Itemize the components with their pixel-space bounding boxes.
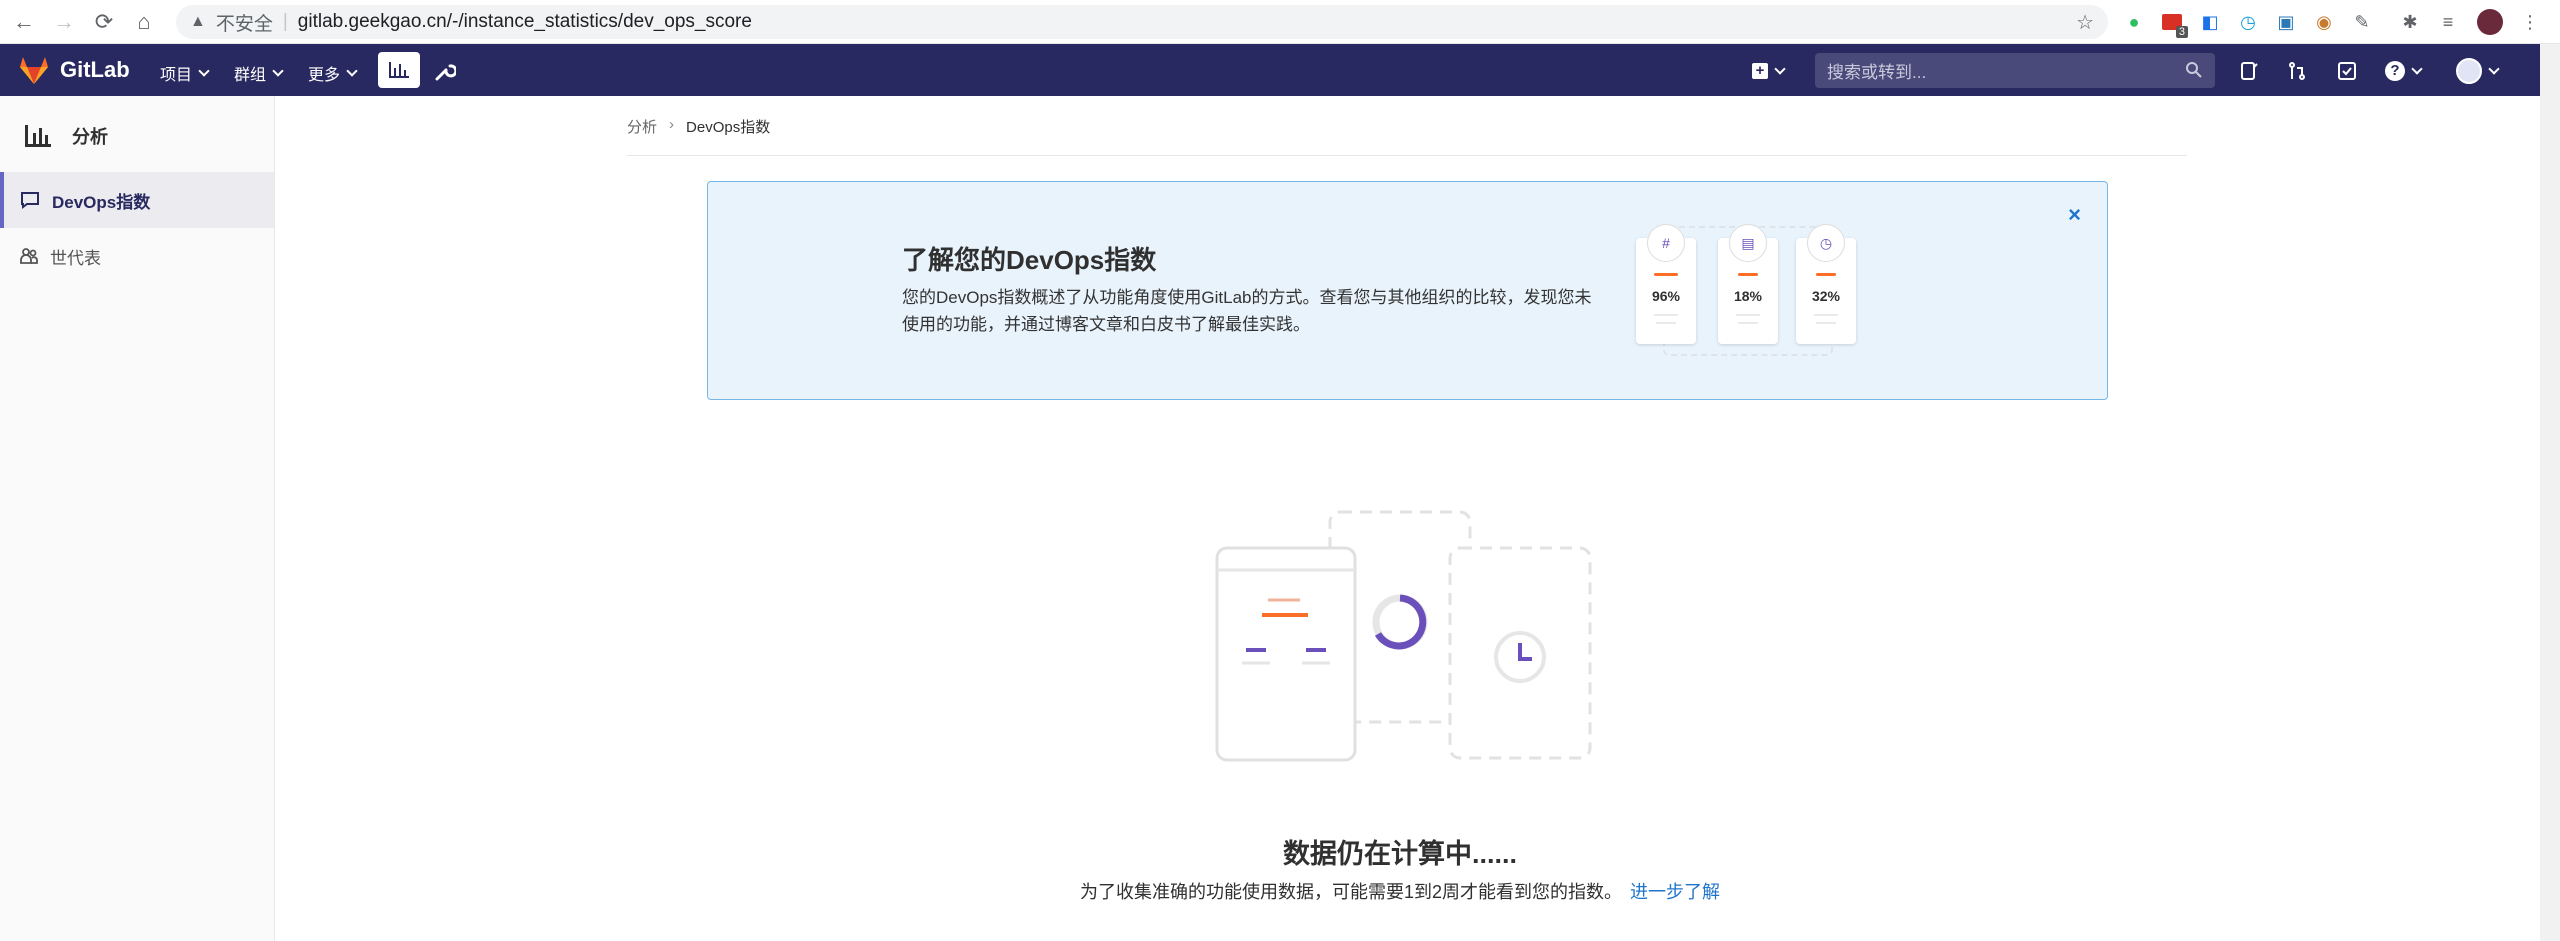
metric-placeholder-line [1736, 314, 1760, 316]
metric-placeholder-line [1816, 322, 1836, 324]
menu-groups-label: 群组 [234, 67, 267, 84]
comment-box-icon: ▤ [1729, 224, 1767, 262]
users-icon [20, 248, 38, 264]
metric-accent-line [1654, 273, 1678, 276]
metric-accent-line [1738, 273, 1758, 276]
menu-groups[interactable]: 群组 [234, 61, 284, 85]
insecure-label: 不安全 [215, 13, 273, 35]
profile-avatar[interactable] [2476, 8, 2504, 36]
breadcrumb-devops-score[interactable]: DevOps指数 [686, 116, 770, 137]
comment-icon [21, 192, 39, 209]
clock-icon: ◷ [1807, 224, 1845, 262]
bar-chart-icon [389, 62, 409, 78]
close-icon[interactable]: × [2068, 202, 2081, 228]
chevron-down-icon [1774, 62, 1786, 75]
merge-requests-icon[interactable] [2284, 58, 2310, 84]
wrench-admin-icon[interactable] [432, 58, 458, 84]
menu-more-label: 更多 [308, 67, 341, 84]
monkey-extension-icon[interactable]: ◉ [2310, 8, 2338, 36]
reload-icon[interactable]: ⟳ [88, 6, 120, 38]
mail-extension-icon[interactable]: 3 [2158, 8, 2188, 38]
analytics-nav-button[interactable] [378, 52, 420, 88]
sidebar-item-cohorts[interactable]: 世代表 [0, 228, 274, 284]
url-text: gitlab.geekgao.cn/-/instance_statistics/… [297, 11, 752, 32]
empty-state-illustration [1215, 510, 1592, 762]
empty-state-description: 为了收集准确的功能使用数据，可能需要1到2周才能看到您的指数。 进一步了解 [900, 878, 1900, 904]
banner-title: 了解您的DevOps指数 [902, 245, 1157, 275]
address-separator: | [282, 11, 288, 32]
gitlab-top-nav: GitLab 项目 群组 更多 + 搜索或转到... ? [0, 44, 2540, 96]
tanuki-logo-icon [20, 57, 48, 84]
clock-extension-icon[interactable]: ◷ [2234, 8, 2262, 36]
help-icon: ? [2385, 61, 2405, 81]
chevron-down-icon [346, 64, 358, 77]
chevron-down-icon [198, 64, 210, 77]
chevron-down-icon [2488, 62, 2500, 75]
sidebar: 分析 DevOps指数 世代表 [0, 96, 275, 941]
browser-menu-icon[interactable]: ⋮ [2516, 8, 2544, 36]
metric-placeholder-line [1814, 314, 1838, 316]
brand-name: GitLab [60, 57, 130, 82]
learn-more-link[interactable]: 进一步了解 [1630, 882, 1720, 902]
address-bar[interactable]: ▲ 不安全 | gitlab.geekgao.cn/-/instance_sta… [176, 5, 2108, 39]
menu-projects-label: 项目 [160, 67, 193, 84]
chevron-down-icon [272, 64, 284, 77]
metric-value: 18% [1733, 288, 1763, 304]
sidebar-item-devops-score[interactable]: DevOps指数 [0, 172, 274, 228]
breadcrumb-separator-icon: › [669, 116, 675, 133]
new-item-dropdown[interactable]: + [1746, 58, 1790, 84]
breadcrumb: 分析 › DevOps指数 [627, 114, 2187, 156]
eyedropper-extension-icon[interactable]: ✎ [2348, 8, 2376, 36]
menu-more[interactable]: 更多 [308, 61, 358, 85]
forward-icon[interactable]: → [48, 6, 80, 38]
back-icon[interactable]: ← [8, 6, 40, 38]
search-box[interactable]: 搜索或转到... [1815, 53, 2215, 88]
bookmark-star-icon[interactable]: ☆ [2076, 10, 2094, 35]
screenshot-extension-icon[interactable]: ▣ [2272, 8, 2300, 36]
search-input[interactable]: 搜索或转到... [1827, 58, 1926, 83]
gitlab-logo[interactable]: GitLab [18, 55, 130, 85]
metric-card: # 96% [1636, 224, 1696, 344]
search-icon [2186, 62, 2202, 78]
sidebar-item-label: 世代表 [50, 248, 101, 268]
chevron-down-icon [2411, 62, 2423, 75]
reading-list-icon[interactable]: ≡ [2434, 8, 2462, 36]
metric-accent-line [1816, 273, 1836, 276]
translate-extension-icon[interactable]: ◧ [2196, 8, 2224, 36]
sidebar-header[interactable]: 分析 [0, 96, 274, 176]
home-icon[interactable]: ⌂ [128, 6, 160, 38]
evernote-extension-icon[interactable]: ● [2120, 8, 2148, 36]
todos-icon[interactable] [2334, 58, 2360, 84]
user-avatar [2456, 58, 2482, 84]
metric-value: 32% [1811, 288, 1841, 304]
browser-toolbar: ← → ⟳ ⌂ ▲ 不安全 | gitlab.geekgao.cn/-/inst… [0, 0, 2560, 44]
breadcrumb-analytics[interactable]: 分析 [627, 116, 657, 137]
extension-badge: 3 [2175, 26, 2188, 38]
metric-placeholder-line [1738, 322, 1758, 324]
sidebar-title: 分析 [72, 126, 108, 147]
hash-icon: # [1647, 224, 1685, 262]
empty-state-text: 为了收集准确的功能使用数据，可能需要1到2周才能看到您的指数。 [1079, 882, 1623, 902]
plus-square-icon: + [1752, 63, 1768, 79]
menu-projects[interactable]: 项目 [160, 61, 210, 85]
devops-intro-banner: × 了解您的DevOps指数 您的DevOps指数概述了从功能角度使用GitLa… [707, 181, 2108, 400]
analytics-icon [25, 124, 51, 147]
warning-icon: ▲ [190, 13, 206, 30]
help-dropdown[interactable]: ? [2380, 58, 2426, 84]
metric-placeholder-line [1656, 322, 1676, 324]
sidebar-item-label: DevOps指数 [52, 192, 151, 212]
banner-description: 您的DevOps指数概述了从功能角度使用GitLab的方式。查看您与其他组织的比… [902, 288, 1592, 334]
metric-value: 96% [1651, 288, 1681, 304]
metric-card: ◷ 32% [1796, 224, 1856, 344]
puzzle-extensions-icon[interactable]: ✱ [2396, 8, 2424, 36]
metric-placeholder-line [1654, 314, 1678, 316]
user-menu-dropdown[interactable] [2452, 58, 2502, 84]
issues-icon[interactable] [2236, 58, 2262, 84]
page-scrollbar[interactable] [2540, 44, 2560, 941]
empty-state-title: 数据仍在计算中...... [1282, 839, 1517, 869]
metric-card: ▤ 18% [1718, 224, 1778, 344]
